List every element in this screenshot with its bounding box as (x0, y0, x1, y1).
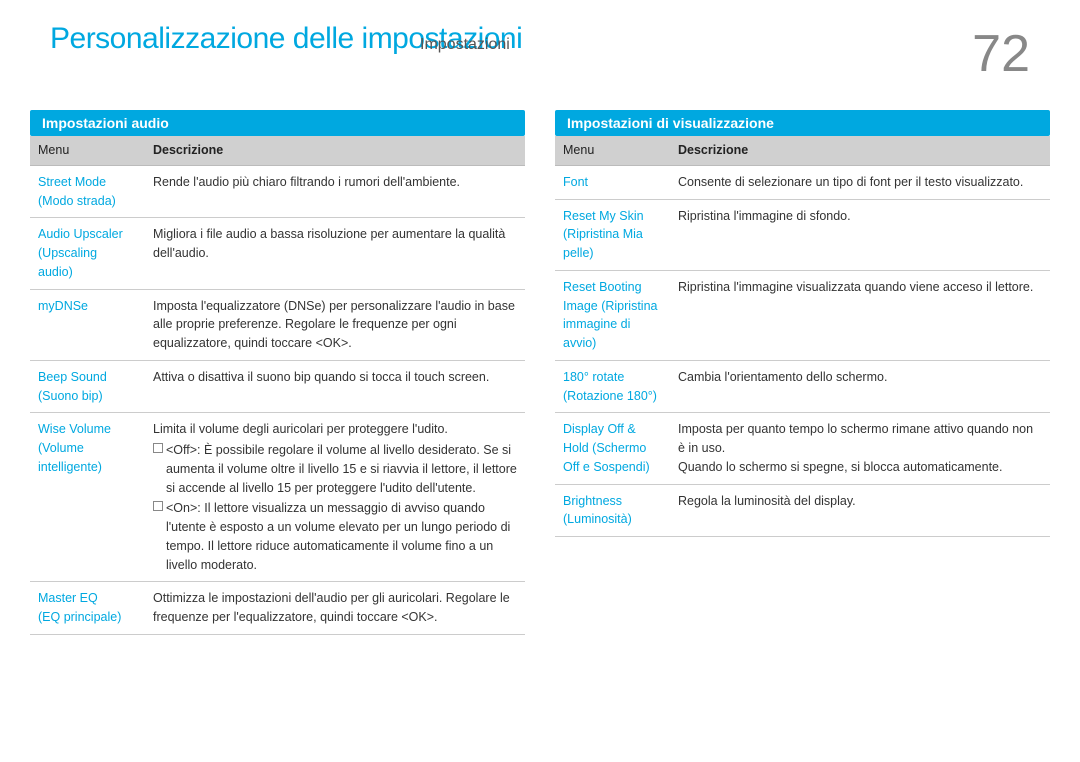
display-table-row: Reset My Skin (Ripristina Mia pelle)Ripr… (555, 199, 1050, 270)
sub-title: Impostazioni (420, 36, 510, 54)
audio-menu-cell: Street Mode (Modo strada) (30, 165, 145, 218)
audio-desc-cell: Migliora i file audio a bassa risoluzion… (145, 218, 525, 289)
display-table-row: FontConsente di selezionare un tipo di f… (555, 165, 1050, 199)
display-desc-cell: Regola la luminosità del display. (670, 484, 1050, 537)
audio-table-row: Audio Upscaler (Upscaling audio)Migliora… (30, 218, 525, 289)
audio-table: Menu Descrizione Street Mode (Modo strad… (30, 136, 525, 635)
display-col-menu: Menu (555, 136, 670, 165)
wise-volume-off-text: <Off>: È possibile regolare il volume al… (166, 441, 517, 497)
audio-table-row: myDNSeImposta l'equalizzatore (DNSe) per… (30, 289, 525, 360)
display-menu-cell: Brightness (Luminosità) (555, 484, 670, 537)
display-desc-cell: Ripristina l'immagine visualizzata quand… (670, 270, 1050, 360)
audio-desc-cell: Rende l'audio più chiaro filtrando i rum… (145, 165, 525, 218)
display-col-desc: Descrizione (670, 136, 1050, 165)
display-desc-cell: Ripristina l'immagine di sfondo. (670, 199, 1050, 270)
audio-panel: Impostazioni audio Menu Descrizione Stre… (30, 110, 525, 732)
audio-menu-cell: Wise Volume (Volume intelligente) (30, 413, 145, 582)
display-desc-cell: Consente di selezionare un tipo di font … (670, 165, 1050, 199)
audio-col-menu: Menu (30, 136, 145, 165)
audio-desc-cell: Limita il volume degli auricolari per pr… (145, 413, 525, 582)
display-table-row: Reset Booting Image (Ripristina immagine… (555, 270, 1050, 360)
display-table-row: Display Off & Hold (Schermo Off e Sospen… (555, 413, 1050, 484)
audio-col-desc: Descrizione (145, 136, 525, 165)
wise-volume-on-text: <On>: Il lettore visualizza un messaggio… (166, 499, 517, 574)
audio-menu-cell: Beep Sound (Suono bip) (30, 360, 145, 413)
display-desc-cell: Cambia l'orientamento dello schermo. (670, 360, 1050, 413)
content-area: Impostazioni audio Menu Descrizione Stre… (30, 110, 1050, 732)
display-menu-cell: Reset Booting Image (Ripristina immagine… (555, 270, 670, 360)
audio-table-row: Wise Volume (Volume intelligente)Limita … (30, 413, 525, 582)
audio-menu-cell: Master EQ (EQ principale) (30, 582, 145, 635)
display-menu-cell: 180° rotate (Rotazione 180°) (555, 360, 670, 413)
display-menu-cell: Display Off & Hold (Schermo Off e Sospen… (555, 413, 670, 484)
audio-desc-cell: Ottimizza le impostazioni dell'audio per… (145, 582, 525, 635)
display-table-row: 180° rotate (Rotazione 180°)Cambia l'ori… (555, 360, 1050, 413)
page-number: 72 (972, 28, 1030, 80)
audio-menu-cell: Audio Upscaler (Upscaling audio) (30, 218, 145, 289)
checkbox-off-icon (153, 443, 163, 453)
display-table: Menu Descrizione FontConsente di selezio… (555, 136, 1050, 537)
audio-desc-cell: Attiva o disattiva il suono bip quando s… (145, 360, 525, 413)
audio-menu-cell: myDNSe (30, 289, 145, 360)
display-menu-cell: Font (555, 165, 670, 199)
audio-table-row: Street Mode (Modo strada)Rende l'audio p… (30, 165, 525, 218)
checkbox-on-icon (153, 501, 163, 511)
audio-table-row: Beep Sound (Suono bip)Attiva o disattiva… (30, 360, 525, 413)
audio-table-row: Master EQ (EQ principale)Ottimizza le im… (30, 582, 525, 635)
display-desc-cell: Imposta per quanto tempo lo schermo rima… (670, 413, 1050, 484)
display-panel: Impostazioni di visualizzazione Menu Des… (555, 110, 1050, 732)
audio-panel-header: Impostazioni audio (30, 110, 525, 136)
audio-desc-cell: Imposta l'equalizzatore (DNSe) per perso… (145, 289, 525, 360)
display-panel-header: Impostazioni di visualizzazione (555, 110, 1050, 136)
display-menu-cell: Reset My Skin (Ripristina Mia pelle) (555, 199, 670, 270)
display-table-row: Brightness (Luminosità)Regola la luminos… (555, 484, 1050, 537)
